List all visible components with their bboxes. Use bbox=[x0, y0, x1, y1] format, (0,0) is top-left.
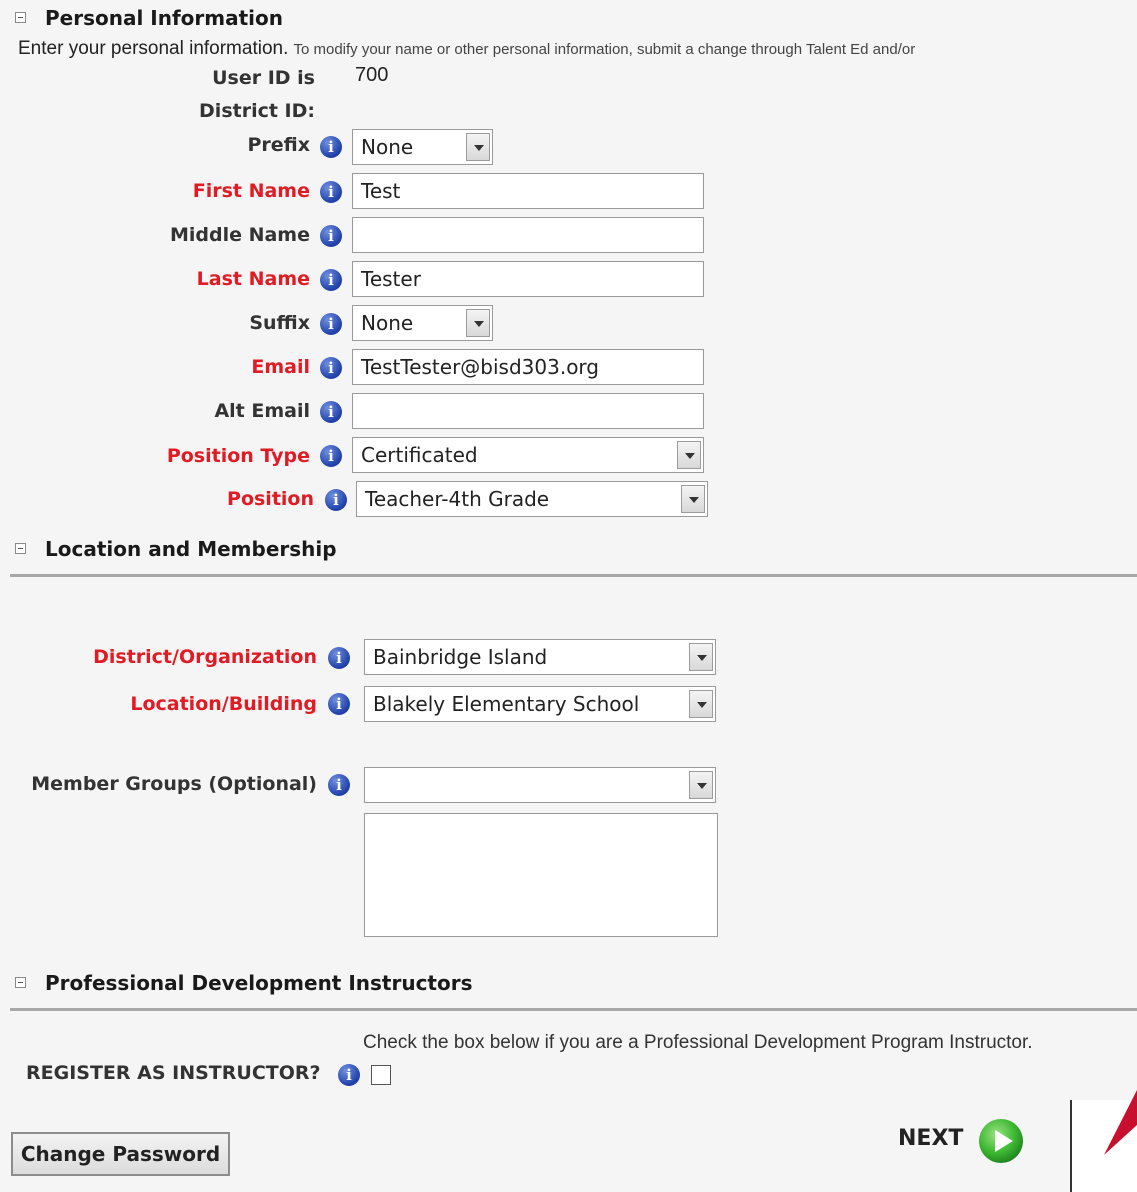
location-section-title: Location and Membership bbox=[45, 537, 337, 561]
middle-name-label: Middle Name bbox=[169, 224, 310, 246]
dropdown-arrow-icon[interactable] bbox=[689, 643, 713, 671]
first-name-label: First Name bbox=[192, 180, 310, 202]
location-section-divider bbox=[10, 574, 1137, 577]
position-select-value: Teacher-4th Grade bbox=[365, 487, 550, 511]
register-instructor-label: REGISTER AS INSTRUCTOR? bbox=[26, 1062, 321, 1084]
dropdown-arrow-icon[interactable] bbox=[689, 690, 713, 718]
personal-intro: Enter your personal information. To modi… bbox=[18, 38, 915, 60]
district-select-value: Bainbridge Island bbox=[373, 645, 548, 669]
building-info-icon[interactable]: i bbox=[328, 693, 350, 715]
instructors-section-collapse-icon[interactable] bbox=[15, 977, 26, 988]
prefix-select[interactable]: None bbox=[352, 129, 493, 165]
email-info-icon[interactable]: i bbox=[320, 357, 342, 379]
member-groups-select[interactable] bbox=[364, 767, 716, 803]
personal-section-title: Personal Information bbox=[45, 6, 283, 30]
alt-email-info-icon[interactable]: i bbox=[320, 401, 342, 423]
personal-section-collapse-icon[interactable] bbox=[15, 12, 26, 23]
first-name-input[interactable]: Test bbox=[352, 173, 704, 209]
last-name-input[interactable]: Tester bbox=[352, 261, 704, 297]
register-instructor-info-icon[interactable]: i bbox=[338, 1064, 360, 1086]
building-label: Location/Building bbox=[130, 693, 317, 715]
personal-intro-main: Enter your personal information. bbox=[18, 38, 289, 59]
instructor-note: Check the box below if you are a Profess… bbox=[363, 1032, 1033, 1053]
member-groups-listbox[interactable] bbox=[364, 813, 718, 937]
position-type-info-icon[interactable]: i bbox=[320, 445, 342, 467]
prefix-select-value: None bbox=[361, 135, 414, 159]
suffix-select-value: None bbox=[361, 311, 414, 335]
alt-email-input[interactable] bbox=[352, 393, 704, 429]
suffix-select[interactable]: None bbox=[352, 305, 493, 341]
next-label: NEXT bbox=[898, 1126, 964, 1151]
position-info-icon[interactable]: i bbox=[325, 489, 347, 511]
instructors-section-divider bbox=[10, 1008, 1137, 1011]
email-label: Email bbox=[251, 356, 310, 378]
location-section-collapse-icon[interactable] bbox=[15, 543, 26, 554]
position-type-select-value: Certificated bbox=[361, 443, 478, 467]
last-name-label: Last Name bbox=[196, 268, 310, 290]
suffix-label: Suffix bbox=[249, 312, 310, 334]
dropdown-arrow-icon[interactable] bbox=[689, 771, 713, 799]
red-arrow-annotation bbox=[1104, 1090, 1137, 1155]
building-select-value: Blakely Elementary School bbox=[373, 692, 640, 716]
first-name-info-icon[interactable]: i bbox=[320, 181, 342, 203]
dropdown-arrow-icon[interactable] bbox=[466, 309, 490, 337]
prefix-info-icon[interactable]: i bbox=[320, 136, 342, 158]
personal-intro-note: To modify your name or other personal in… bbox=[293, 41, 916, 58]
position-type-label: Position Type bbox=[166, 445, 310, 467]
district-select[interactable]: Bainbridge Island bbox=[364, 639, 716, 675]
middle-name-info-icon[interactable]: i bbox=[320, 225, 342, 247]
instructors-section-title: Professional Development Instructors bbox=[45, 971, 473, 995]
position-select[interactable]: Teacher-4th Grade bbox=[356, 481, 708, 517]
district-id-label: District ID: bbox=[199, 100, 315, 122]
email-input[interactable]: TestTester@bisd303.org bbox=[352, 349, 704, 385]
play-arrow-icon bbox=[979, 1119, 1023, 1163]
member-groups-label: Member Groups (Optional) bbox=[31, 773, 317, 795]
user-id-label: User ID is bbox=[212, 67, 315, 89]
district-info-icon[interactable]: i bbox=[328, 647, 350, 669]
change-password-button[interactable]: Change Password bbox=[11, 1132, 230, 1176]
middle-name-input[interactable] bbox=[352, 217, 704, 253]
position-type-select[interactable]: Certificated bbox=[352, 437, 704, 473]
building-select[interactable]: Blakely Elementary School bbox=[364, 686, 716, 722]
suffix-info-icon[interactable]: i bbox=[320, 313, 342, 335]
last-name-info-icon[interactable]: i bbox=[320, 269, 342, 291]
alt-email-label: Alt Email bbox=[214, 400, 310, 422]
prefix-label: Prefix bbox=[247, 134, 310, 156]
dropdown-arrow-icon[interactable] bbox=[677, 441, 701, 469]
dropdown-arrow-icon[interactable] bbox=[681, 485, 705, 513]
user-id-value: 700 bbox=[355, 64, 389, 86]
register-instructor-checkbox[interactable] bbox=[371, 1065, 391, 1085]
dropdown-arrow-icon[interactable] bbox=[466, 133, 490, 161]
district-label: District/Organization bbox=[93, 646, 317, 668]
position-label: Position bbox=[227, 488, 314, 510]
member-groups-info-icon[interactable]: i bbox=[328, 774, 350, 796]
